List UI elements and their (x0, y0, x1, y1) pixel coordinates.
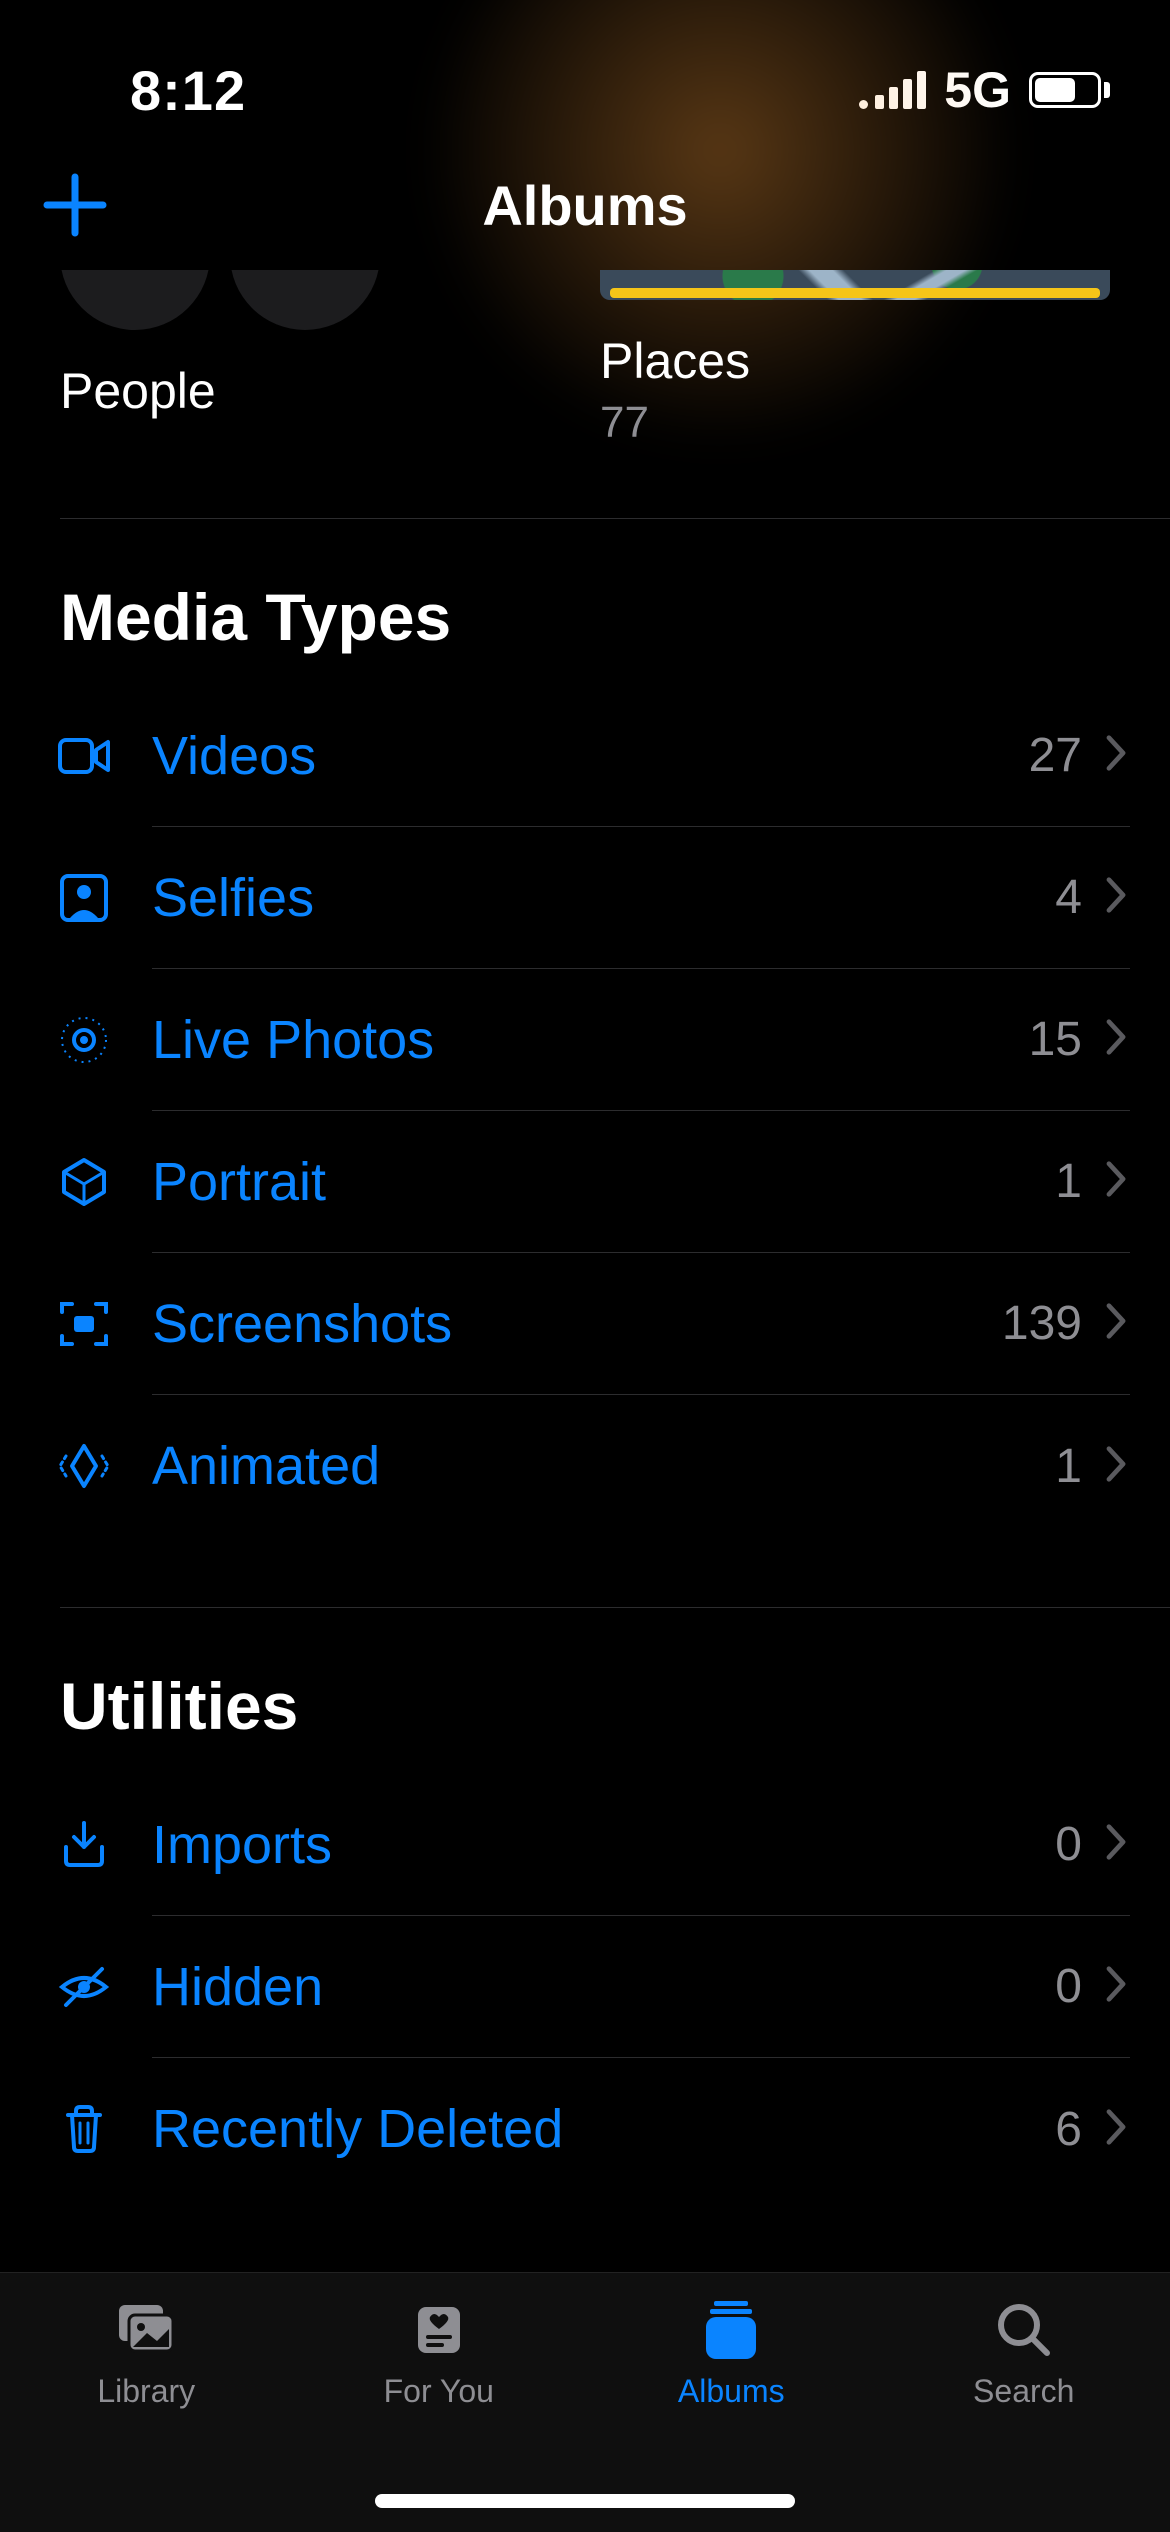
row-count: 0 (1055, 1817, 1082, 1872)
for-you-icon (404, 2297, 474, 2363)
row-screenshots[interactable]: Screenshots 139 (0, 1253, 1170, 1395)
home-indicator[interactable] (375, 2494, 795, 2508)
row-label: Portrait (152, 1151, 1055, 1213)
tab-search[interactable]: Search (878, 2297, 1170, 2532)
page-title: Albums (482, 173, 687, 238)
network-label: 5G (944, 61, 1011, 119)
row-videos[interactable]: Videos 27 (0, 685, 1170, 827)
people-places-row: People Places 77 (0, 270, 1170, 448)
chevron-right-icon (1102, 1964, 1130, 2009)
status-right: 5G (859, 61, 1110, 119)
video-icon (0, 728, 112, 784)
row-count: 15 (1029, 1012, 1082, 1067)
library-icon (111, 2297, 181, 2363)
row-label: Animated (152, 1435, 1055, 1497)
row-hidden[interactable]: Hidden 0 (0, 1916, 1170, 2058)
row-live-photos[interactable]: Live Photos 15 (0, 969, 1170, 1111)
chevron-right-icon (1102, 1444, 1130, 1489)
places-album[interactable]: Places 77 (600, 270, 1110, 448)
utilities-list: Imports 0 Hidden 0 Recently Deleted 6 (0, 1774, 1170, 2200)
row-count: 139 (1002, 1296, 1082, 1351)
plus-icon (40, 170, 110, 240)
utilities-header: Utilities (0, 1608, 1170, 1774)
row-label: Screenshots (152, 1293, 1002, 1355)
add-button[interactable] (40, 170, 110, 240)
row-label: Videos (152, 725, 1029, 787)
row-portrait[interactable]: Portrait 1 (0, 1111, 1170, 1253)
nav-bar: Albums (0, 140, 1170, 270)
cellular-signal-icon (859, 71, 926, 109)
animated-icon (0, 1438, 112, 1494)
chevron-right-icon (1102, 1301, 1130, 1346)
people-label: People (60, 362, 570, 420)
tab-label: Search (973, 2373, 1074, 2410)
tab-bar: Library For You Albums Search (0, 2272, 1170, 2532)
content-scroll[interactable]: People Places 77 Media Types Videos 27 (0, 270, 1170, 2272)
battery-icon (1029, 72, 1110, 108)
screenshot-icon (0, 1296, 112, 1352)
row-selfies[interactable]: Selfies 4 (0, 827, 1170, 969)
import-icon (0, 1817, 112, 1873)
hidden-icon (0, 1959, 112, 2015)
row-label: Imports (152, 1814, 1055, 1876)
portrait-icon (0, 1154, 112, 1210)
media-types-header: Media Types (0, 519, 1170, 685)
row-count: 0 (1055, 1959, 1082, 2014)
row-animated[interactable]: Animated 1 (0, 1395, 1170, 1537)
row-label: Live Photos (152, 1009, 1029, 1071)
row-count: 27 (1029, 728, 1082, 783)
chevron-right-icon (1102, 1159, 1130, 1204)
trash-icon (0, 2101, 112, 2157)
places-count: 77 (600, 398, 1110, 448)
search-icon (989, 2297, 1059, 2363)
row-label: Recently Deleted (152, 2098, 1055, 2160)
places-label: Places (600, 332, 1110, 390)
chevron-right-icon (1102, 1017, 1130, 1062)
chevron-right-icon (1102, 2107, 1130, 2152)
tab-library[interactable]: Library (0, 2297, 293, 2532)
selfie-icon (0, 870, 112, 926)
status-bar: 8:12 5G (0, 0, 1170, 140)
tab-label: Library (97, 2373, 195, 2410)
tab-label: Albums (678, 2373, 785, 2410)
live-photos-icon (0, 1012, 112, 1068)
row-count: 6 (1055, 2102, 1082, 2157)
row-label: Selfies (152, 867, 1055, 929)
chevron-right-icon (1102, 1822, 1130, 1867)
row-label: Hidden (152, 1956, 1055, 2018)
row-recently-deleted[interactable]: Recently Deleted 6 (0, 2058, 1170, 2200)
places-map-thumbnail (600, 270, 1110, 300)
row-count: 4 (1055, 870, 1082, 925)
chevron-right-icon (1102, 733, 1130, 778)
status-time: 8:12 (130, 58, 246, 123)
albums-icon (696, 2297, 766, 2363)
chevron-right-icon (1102, 875, 1130, 920)
people-album[interactable]: People (60, 270, 570, 448)
tab-label: For You (384, 2373, 494, 2410)
row-count: 1 (1055, 1439, 1082, 1494)
row-imports[interactable]: Imports 0 (0, 1774, 1170, 1916)
row-count: 1 (1055, 1154, 1082, 1209)
media-types-list: Videos 27 Selfies 4 Live Photos 15 (0, 685, 1170, 1537)
